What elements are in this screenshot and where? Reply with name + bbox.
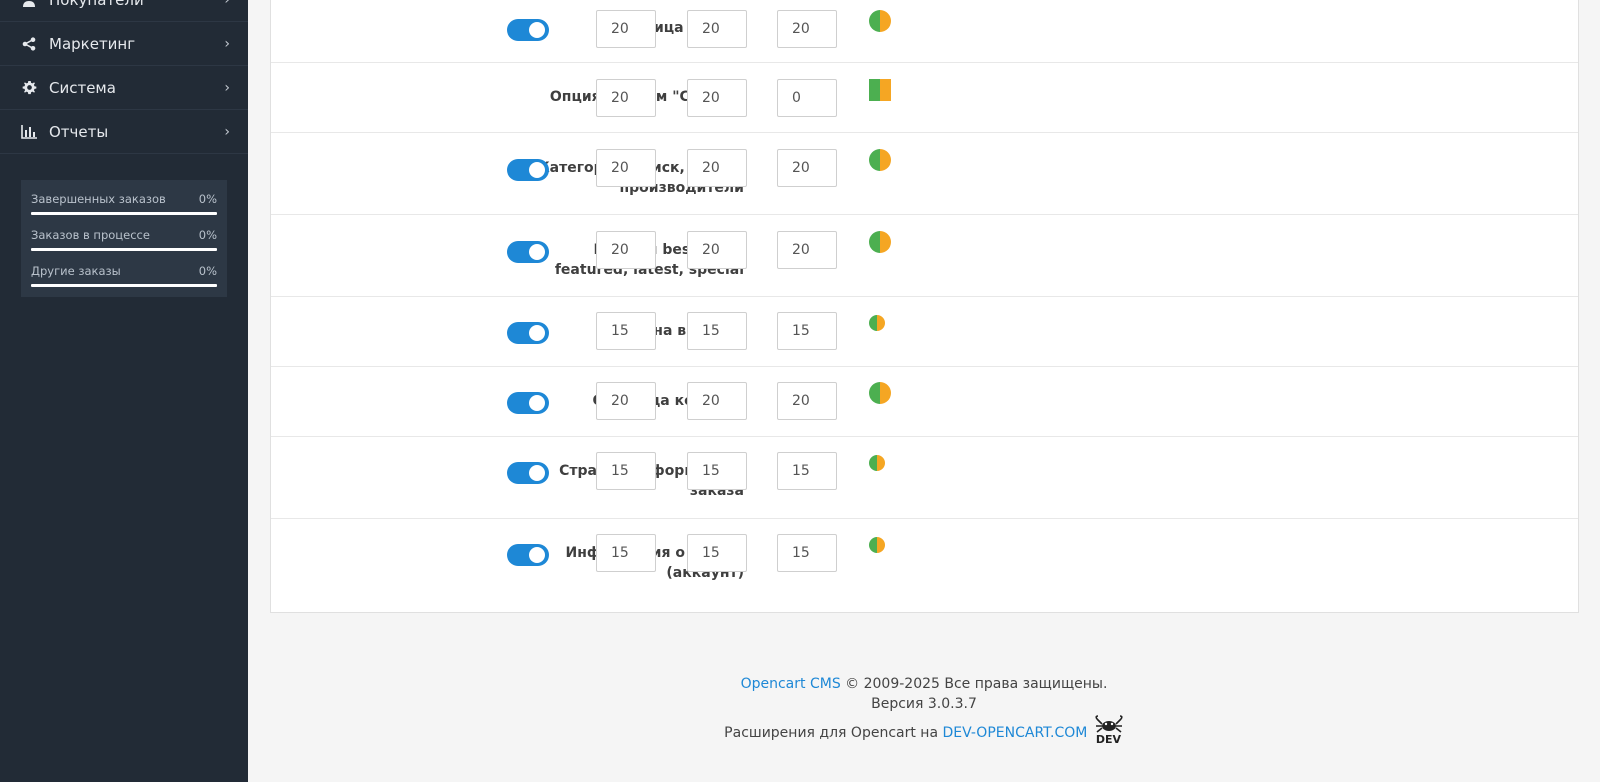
toggle-switch[interactable] — [507, 462, 549, 484]
share-icon — [21, 36, 37, 52]
stat-value: 0% — [198, 192, 217, 206]
toggle-switch[interactable] — [507, 241, 549, 263]
toggle-knob — [529, 465, 545, 481]
value-input-2[interactable] — [687, 382, 747, 420]
stat-value: 0% — [198, 264, 217, 278]
settings-row-cart-page: Страница корзины — [271, 366, 1578, 437]
copyright-text: © 2009-2025 Все права защищены. — [845, 676, 1108, 692]
value-input-1[interactable] — [596, 452, 656, 490]
toggle-switch[interactable] — [507, 544, 549, 566]
value-input-3[interactable] — [777, 79, 837, 117]
stat-label: Другие заказы — [31, 264, 121, 278]
settings-row-order-info: Информация о заказе (аккаунт) — [271, 518, 1578, 612]
sidebar-item-label: Отчеты — [49, 122, 109, 141]
settings-row-checkout: Страница оформления заказа — [271, 436, 1578, 519]
settings-row-list-option: Опция с типом "Список" — [271, 62, 1578, 133]
stat-label: Заказов в процессе — [31, 228, 150, 242]
status-circle-icon — [869, 382, 891, 408]
footer-copyright-line: Opencart CMS © 2009-2025 Все права защищ… — [248, 676, 1600, 692]
value-input-3[interactable] — [777, 231, 837, 269]
chevron-right-icon: › — [224, 79, 230, 96]
status-circle-icon — [869, 537, 885, 557]
status-circle-icon — [869, 455, 885, 475]
status-circle-icon — [869, 231, 891, 257]
stat-label: Завершенных заказов — [31, 192, 166, 206]
toggle-knob — [529, 244, 545, 260]
status-square-icon — [869, 79, 891, 105]
footer-extensions-line: Расширения для Opencart на DEV-OPENCART.… — [248, 715, 1600, 749]
value-input-3[interactable] — [777, 312, 837, 350]
value-input-3[interactable] — [777, 382, 837, 420]
gear-icon — [21, 80, 37, 96]
chevron-right-icon: › — [224, 0, 230, 8]
settings-row-modules: Модули bestseller, featured, latest, spe… — [271, 214, 1578, 297]
sidebar-item-marketing[interactable]: Маркетинг › — [0, 22, 248, 66]
progress-bar — [31, 284, 217, 287]
value-input-1[interactable] — [596, 534, 656, 572]
value-input-1[interactable] — [596, 149, 656, 187]
status-circle-icon — [869, 315, 885, 335]
bar-chart-icon — [21, 124, 37, 140]
order-stats-panel: Завершенных заказов 0% Заказов в процесс… — [21, 180, 227, 297]
progress-bar — [31, 248, 217, 251]
settings-row-header-cart: Корзина в шапке — [271, 296, 1578, 367]
stat-completed-orders: Завершенных заказов 0% — [31, 192, 217, 215]
user-icon — [21, 0, 37, 8]
toggle-knob — [529, 325, 545, 341]
status-circle-icon — [869, 10, 891, 36]
value-input-2[interactable] — [687, 231, 747, 269]
toggle-knob — [529, 395, 545, 411]
stat-value: 0% — [198, 228, 217, 242]
settings-panel: Страница товара Опция с типом "Список" К… — [270, 0, 1579, 613]
footer-version: Версия 3.0.3.7 — [871, 696, 977, 712]
value-input-3[interactable] — [777, 534, 837, 572]
stat-other-orders: Другие заказы 0% — [31, 264, 217, 287]
value-input-1[interactable] — [596, 10, 656, 48]
value-input-1[interactable] — [596, 312, 656, 350]
settings-row-category: Категория, поиск, акции, производители — [271, 132, 1578, 215]
value-input-2[interactable] — [687, 10, 747, 48]
chevron-right-icon: › — [224, 123, 230, 140]
toggle-switch[interactable] — [507, 322, 549, 344]
dev-logo-icon: DEV — [1094, 715, 1124, 747]
value-input-2[interactable] — [687, 312, 747, 350]
sidebar-item-system[interactable]: Система › — [0, 66, 248, 110]
sidebar-item-label: Система — [49, 78, 116, 97]
sidebar-item-label: Маркетинг — [49, 34, 136, 53]
sidebar: Покупатели › Маркетинг › Система › Отчет… — [0, 0, 248, 782]
value-input-3[interactable] — [777, 10, 837, 48]
dev-logo-text: DEV — [1095, 733, 1121, 746]
chevron-right-icon: › — [224, 35, 230, 52]
value-input-2[interactable] — [687, 79, 747, 117]
status-circle-icon — [869, 149, 891, 175]
toggle-switch[interactable] — [507, 19, 549, 41]
toggle-knob — [529, 547, 545, 563]
stat-processing-orders: Заказов в процессе 0% — [31, 228, 217, 251]
opencart-cms-link[interactable]: Opencart CMS — [741, 676, 841, 692]
value-input-3[interactable] — [777, 452, 837, 490]
value-input-1[interactable] — [596, 79, 656, 117]
dev-opencart-link[interactable]: DEV-OPENCART.COM — [942, 725, 1087, 741]
sidebar-item-reports[interactable]: Отчеты › — [0, 110, 248, 154]
sidebar-item-customers[interactable]: Покупатели › — [0, 0, 248, 22]
settings-row-product-page: Страница товара — [271, 0, 1578, 63]
toggle-knob — [529, 162, 545, 178]
progress-bar — [31, 212, 217, 215]
sidebar-item-label: Покупатели — [49, 0, 144, 9]
toggle-knob — [529, 22, 545, 38]
value-input-2[interactable] — [687, 149, 747, 187]
value-input-2[interactable] — [687, 452, 747, 490]
value-input-1[interactable] — [596, 382, 656, 420]
value-input-1[interactable] — [596, 231, 656, 269]
extensions-text: Расширения для Opencart на — [724, 725, 939, 741]
value-input-3[interactable] — [777, 149, 837, 187]
toggle-switch[interactable] — [507, 159, 549, 181]
value-input-2[interactable] — [687, 534, 747, 572]
toggle-switch[interactable] — [507, 392, 549, 414]
